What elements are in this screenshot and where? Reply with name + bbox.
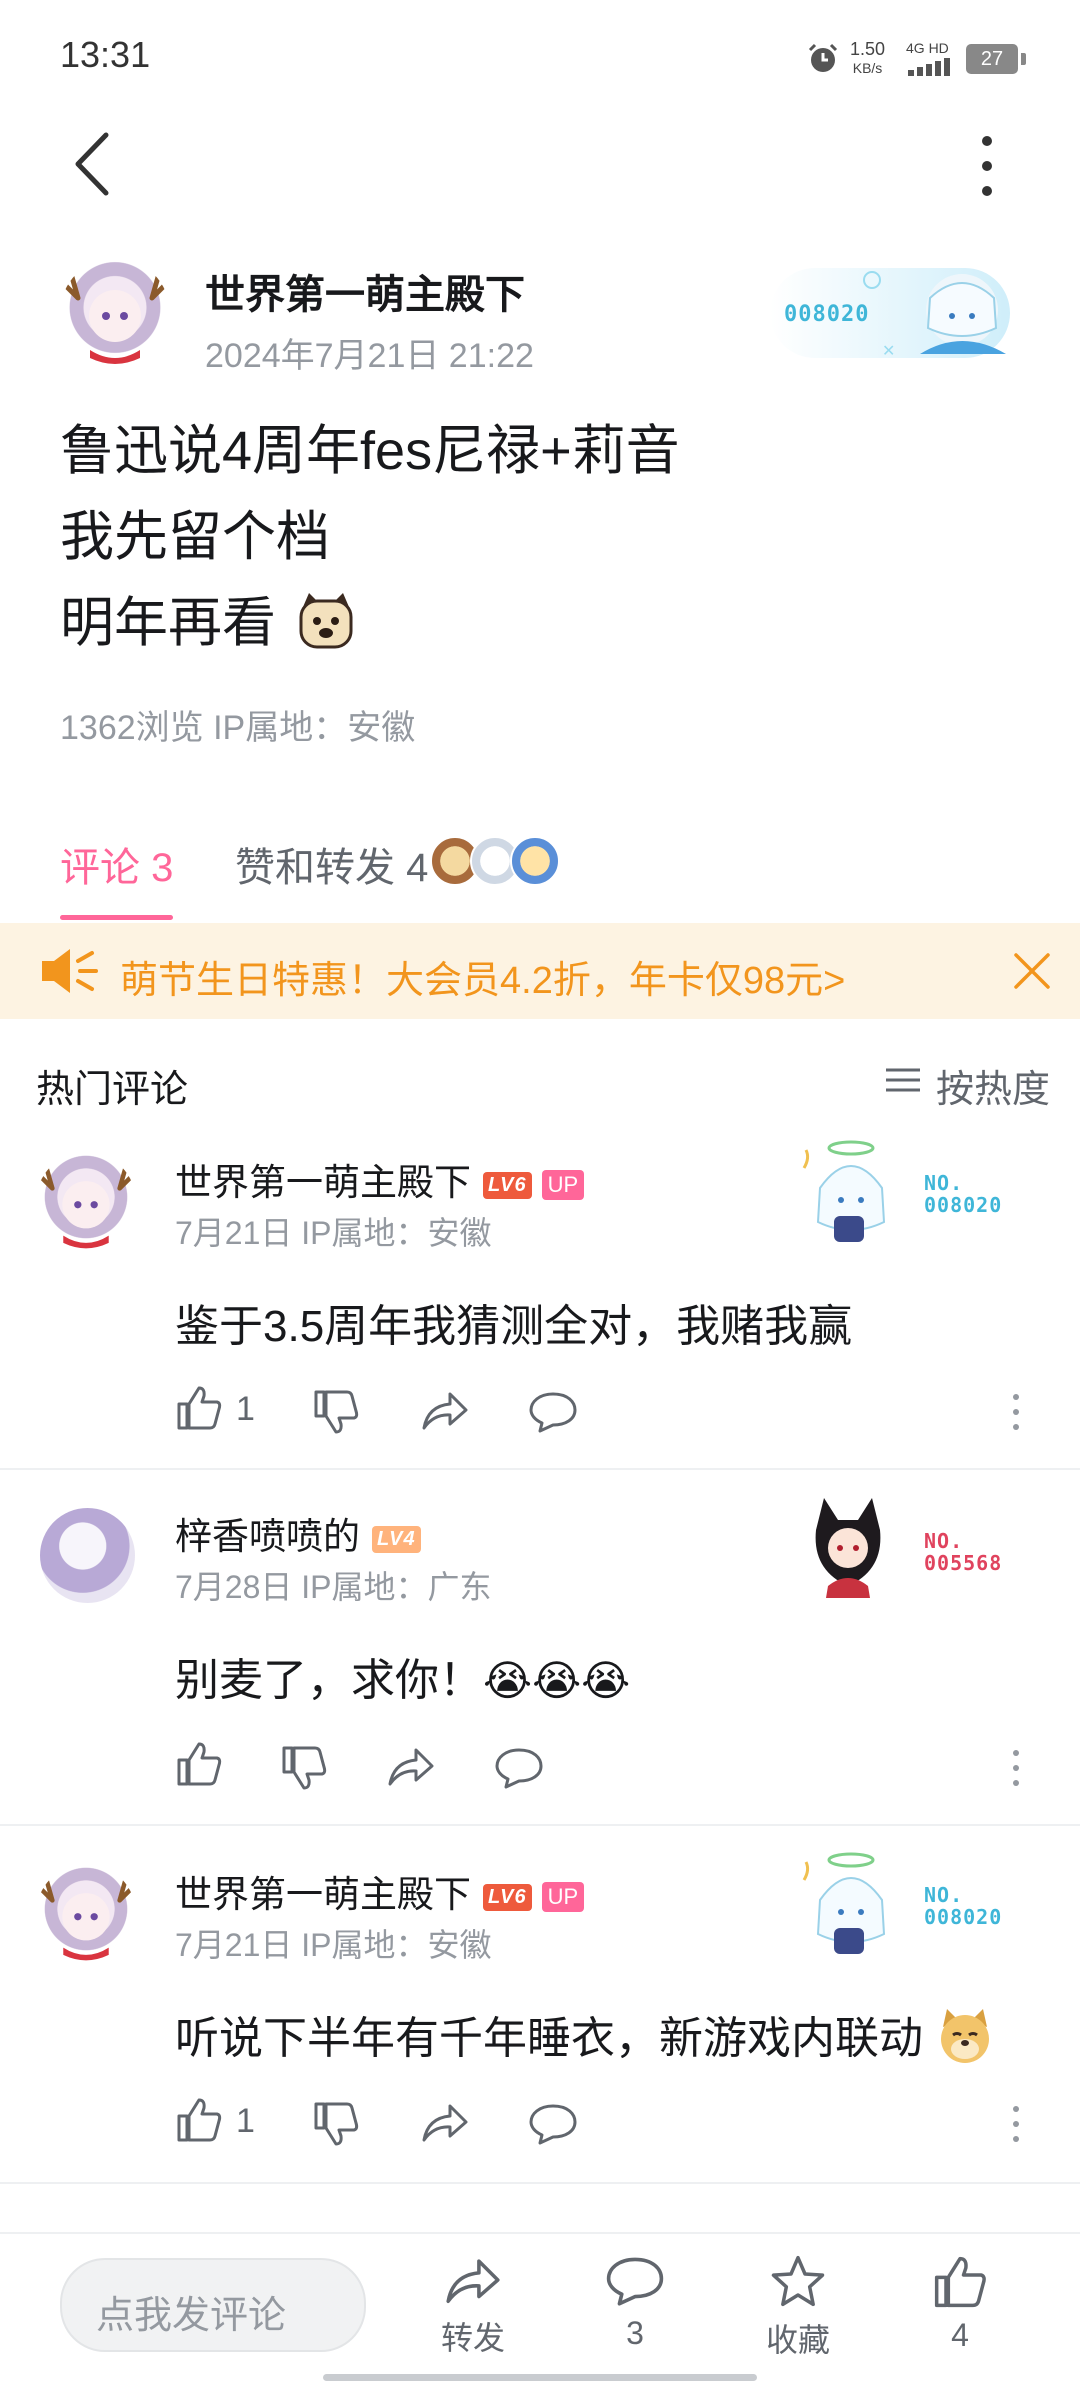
comment-meta: 7月21日 IP属地：安徽: [175, 1215, 492, 1251]
decoration-card-art: [815, 1498, 881, 1598]
up-badge: UP: [541, 1170, 585, 1201]
network-type: 4G HD: [906, 40, 949, 56]
fan-number-badge: NO. 008020: [924, 1883, 1003, 1929]
more-icon[interactable]: [970, 131, 1004, 201]
like-count: 1: [236, 2102, 255, 2140]
reply-icon[interactable]: [494, 1746, 544, 1790]
back-icon[interactable]: [70, 131, 114, 197]
comment-more-icon[interactable]: [1010, 2104, 1022, 2144]
comment-more-icon[interactable]: [1010, 1392, 1022, 1432]
comment-text: 别麦了，求你！😭😭😭: [175, 1656, 631, 1705]
commenter-name[interactable]: 世界第一萌主殿下 LV6 UP: [175, 1864, 585, 1918]
doge-emoji-icon: [941, 2009, 990, 2063]
comment-count: 3: [626, 2315, 644, 2351]
promo-text: 萌节生日特惠！大会员4.2折，年卡仅98元>: [120, 960, 846, 1002]
dog-emoji-icon: [299, 593, 353, 649]
liker-avatars[interactable]: [430, 836, 560, 886]
liker-avatar: [510, 836, 560, 886]
fan-badge[interactable]: ✕ 008020: [770, 258, 1020, 368]
star-icon: [771, 2255, 825, 2307]
post-line-with-emoji: 明年再看: [60, 580, 1020, 666]
comment-item: 世界第一萌主殿下 LV6 UP 7月21日 IP属地：安徽 NO. 008020 鉴于…: [0, 1140, 1080, 1470]
bottom-action-bar: 点我发评论 转发 3 收藏 4: [0, 2232, 1080, 2390]
fan-number-badge: NO. 005568: [924, 1529, 1003, 1575]
post-line: 我先留个档: [60, 507, 330, 567]
dislike-icon[interactable]: [312, 2100, 360, 2148]
promo-banner[interactable]: 萌节生日特惠！大会员4.2折，年卡仅98元>: [0, 923, 1080, 1019]
sort-icon: [886, 1068, 920, 1092]
dislike-icon[interactable]: [280, 1744, 328, 1792]
tab-comments[interactable]: 评论 3: [60, 835, 173, 893]
level-badge: LV4: [372, 1525, 421, 1553]
comment-input[interactable]: 点我发评论: [60, 2258, 366, 2352]
status-bar: 13:31 1.50 KB/s 4G HD 27: [0, 0, 1080, 115]
like-button[interactable]: 4: [910, 2254, 1010, 2354]
divider: [0, 2182, 1080, 2184]
author-name[interactable]: 世界第一萌主殿下: [205, 262, 525, 320]
fan-number-badge: NO. 008020: [924, 1171, 1003, 1217]
signal-icon: [908, 58, 950, 76]
favorite-label: 收藏: [765, 2322, 830, 2358]
alarm-icon: [808, 43, 838, 72]
comment-more-icon[interactable]: [1010, 1748, 1022, 1788]
fan-badge-number: 008020: [784, 302, 870, 327]
like-icon[interactable]: [175, 1740, 223, 1788]
battery-icon: 27: [966, 44, 1026, 74]
favorite-button[interactable]: 收藏: [748, 2254, 848, 2361]
comment-meta: 7月28日 IP属地：广东: [175, 1569, 492, 1605]
commenter-avatar[interactable]: [36, 1864, 136, 1964]
post-time: 2024年7月21日 21:22: [205, 337, 534, 375]
like-count: 4: [951, 2317, 969, 2353]
crying-emoji: 😭😭😭: [483, 1657, 631, 1704]
like-count: 1: [236, 1390, 255, 1428]
commenter-avatar[interactable]: [40, 1508, 135, 1603]
share-icon[interactable]: [420, 2100, 470, 2144]
tab-likes-reposts[interactable]: 赞和转发 4: [235, 835, 428, 893]
divider: [0, 1824, 1080, 1826]
comment-icon: [606, 2257, 664, 2306]
like-icon[interactable]: [175, 1384, 223, 1432]
commenter-name[interactable]: 世界第一萌主殿下 LV6 UP: [175, 1152, 585, 1206]
decoration-card-art: [802, 1140, 886, 1242]
close-icon[interactable]: [1012, 951, 1052, 991]
up-badge: UP: [541, 1882, 585, 1913]
comment-button[interactable]: 3: [585, 2254, 685, 2352]
author-avatar[interactable]: [60, 258, 170, 368]
top-bar: [0, 115, 1080, 215]
dislike-icon[interactable]: [312, 1388, 360, 1436]
hot-comments-title: 热门评论: [36, 1069, 189, 1111]
comment-text: 听说下半年有千年睡衣，新游戏内联动: [175, 2002, 995, 2066]
reply-icon[interactable]: [528, 2102, 578, 2146]
commenter-name[interactable]: 梓香喷喷的 LV4: [175, 1506, 421, 1560]
like-icon: [934, 2256, 986, 2308]
speaker-icon: [42, 949, 98, 993]
share-label: 转发: [440, 2320, 505, 2356]
tab-active-indicator: [60, 915, 173, 920]
comment-text: 鉴于3.5周年我猜测全对，我赌我赢: [175, 1302, 853, 1351]
comment-meta: 7月21日 IP属地：安徽: [175, 1927, 492, 1963]
reply-icon[interactable]: [528, 1390, 578, 1434]
status-time: 13:31: [60, 34, 151, 75]
comment-input-placeholder: 点我发评论: [96, 2295, 287, 2337]
decoration-card-art: [802, 1852, 886, 1954]
divider: [0, 1468, 1080, 1470]
commenter-avatar[interactable]: [36, 1152, 136, 1252]
share-icon: [446, 2259, 500, 2304]
svg-text:✕: ✕: [882, 343, 895, 360]
sort-button[interactable]: 按热度: [886, 1058, 1050, 1113]
level-badge: LV6: [483, 1171, 532, 1199]
share-icon[interactable]: [386, 1744, 436, 1788]
comment-item: 梓香喷喷的 LV4 7月28日 IP属地：广东 NO. 005568 别麦了，求你！…: [0, 1496, 1080, 1826]
post-stats: 1362浏览 IP属地：安徽: [60, 709, 416, 747]
post-content: 鲁迅说4周年fes尼禄+莉音 我先留个档 明年再看: [60, 408, 1020, 666]
like-icon[interactable]: [175, 2096, 223, 2144]
comment-item: 世界第一萌主殿下 LV6 UP 7月21日 IP属地：安徽 NO. 008020 听说…: [0, 1852, 1080, 2184]
share-icon[interactable]: [420, 1388, 470, 1432]
level-badge: LV6: [483, 1883, 532, 1911]
post-line: 鲁迅说4周年fes尼禄+莉音: [60, 421, 680, 481]
sort-label: 按热度: [936, 1069, 1051, 1111]
home-indicator[interactable]: [323, 2374, 757, 2381]
network-speed: 1.50 KB/s: [850, 39, 886, 77]
share-button[interactable]: 转发: [423, 2254, 523, 2359]
